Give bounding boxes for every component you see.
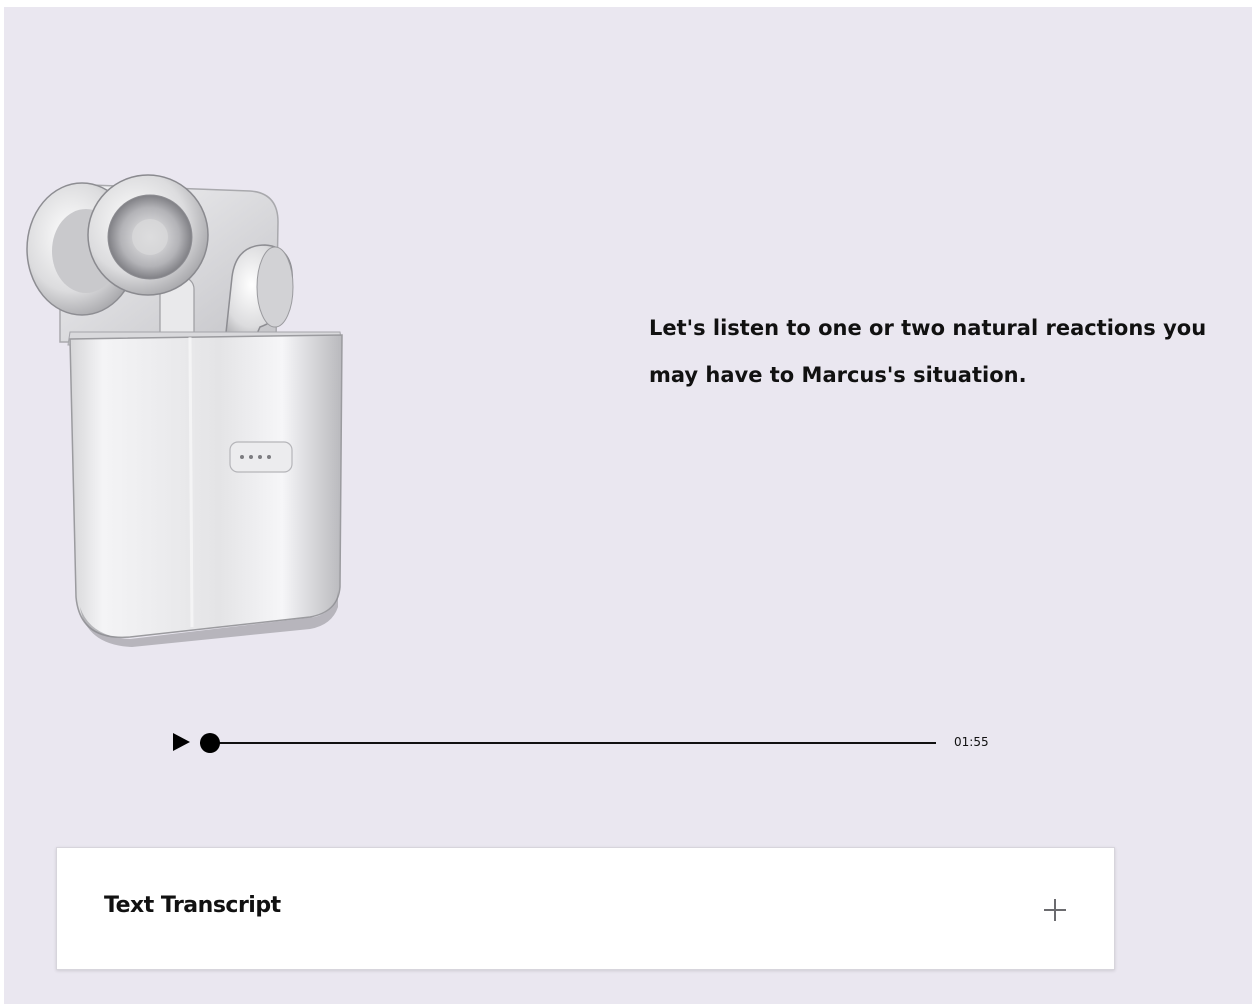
audio-progress-track[interactable] [200, 742, 936, 744]
lesson-prompt-text: Let's listen to one or two natural react… [649, 316, 1207, 387]
text-transcript-accordion[interactable]: Text Transcript [56, 847, 1115, 970]
audio-duration: 01:55 [954, 735, 989, 749]
play-button[interactable] [170, 731, 192, 753]
plus-icon[interactable] [1042, 897, 1068, 923]
lesson-stage: Let's listen to one or two natural react… [4, 7, 1252, 1004]
transcript-title: Text Transcript [104, 893, 281, 918]
earbuds-case-image [26, 174, 343, 647]
audio-player: 01:55 [170, 729, 1010, 757]
audio-progress-thumb[interactable] [200, 733, 220, 753]
play-icon [173, 733, 190, 751]
